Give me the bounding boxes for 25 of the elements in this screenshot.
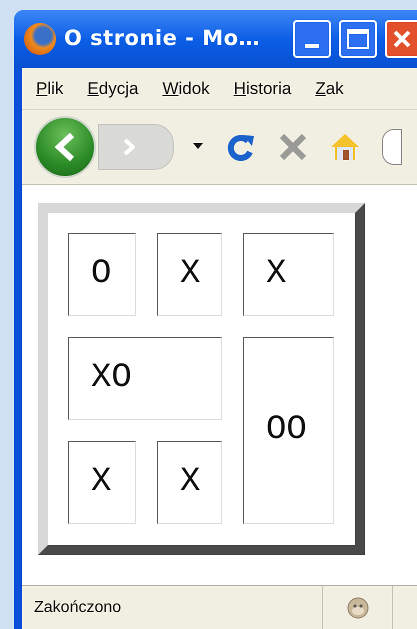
- menu-item[interactable]: Edycja: [87, 76, 138, 102]
- window-title: O stronie - Mo…: [64, 25, 262, 52]
- monkey-face-icon: [346, 596, 370, 620]
- close-button[interactable]: [385, 20, 417, 58]
- table-cell: X: [157, 233, 222, 316]
- table-cell: X: [243, 233, 334, 316]
- home-icon[interactable]: [330, 132, 360, 162]
- menu-item[interactable]: Zak: [315, 76, 344, 102]
- menu-item[interactable]: Widok: [162, 76, 210, 102]
- status-text: Zakończono: [33, 598, 122, 618]
- menu-item[interactable]: Plik: [36, 76, 64, 102]
- address-field[interactable]: [382, 129, 402, 165]
- close-icon: [392, 29, 412, 49]
- table-cell: OO: [243, 337, 334, 524]
- maximize-button[interactable]: [339, 20, 377, 58]
- table-cell: X: [157, 441, 222, 524]
- browser-logo-icon: [24, 23, 56, 55]
- stop-icon[interactable]: [278, 132, 308, 162]
- table-cell: O: [68, 233, 136, 316]
- table-cell: X: [68, 441, 136, 524]
- dropdown-caret-icon[interactable]: [193, 143, 203, 149]
- table-cell: XO: [68, 337, 222, 420]
- reload-icon[interactable]: [226, 132, 256, 162]
- menu-item[interactable]: Historia: [234, 76, 292, 102]
- minimize-button[interactable]: [293, 20, 331, 58]
